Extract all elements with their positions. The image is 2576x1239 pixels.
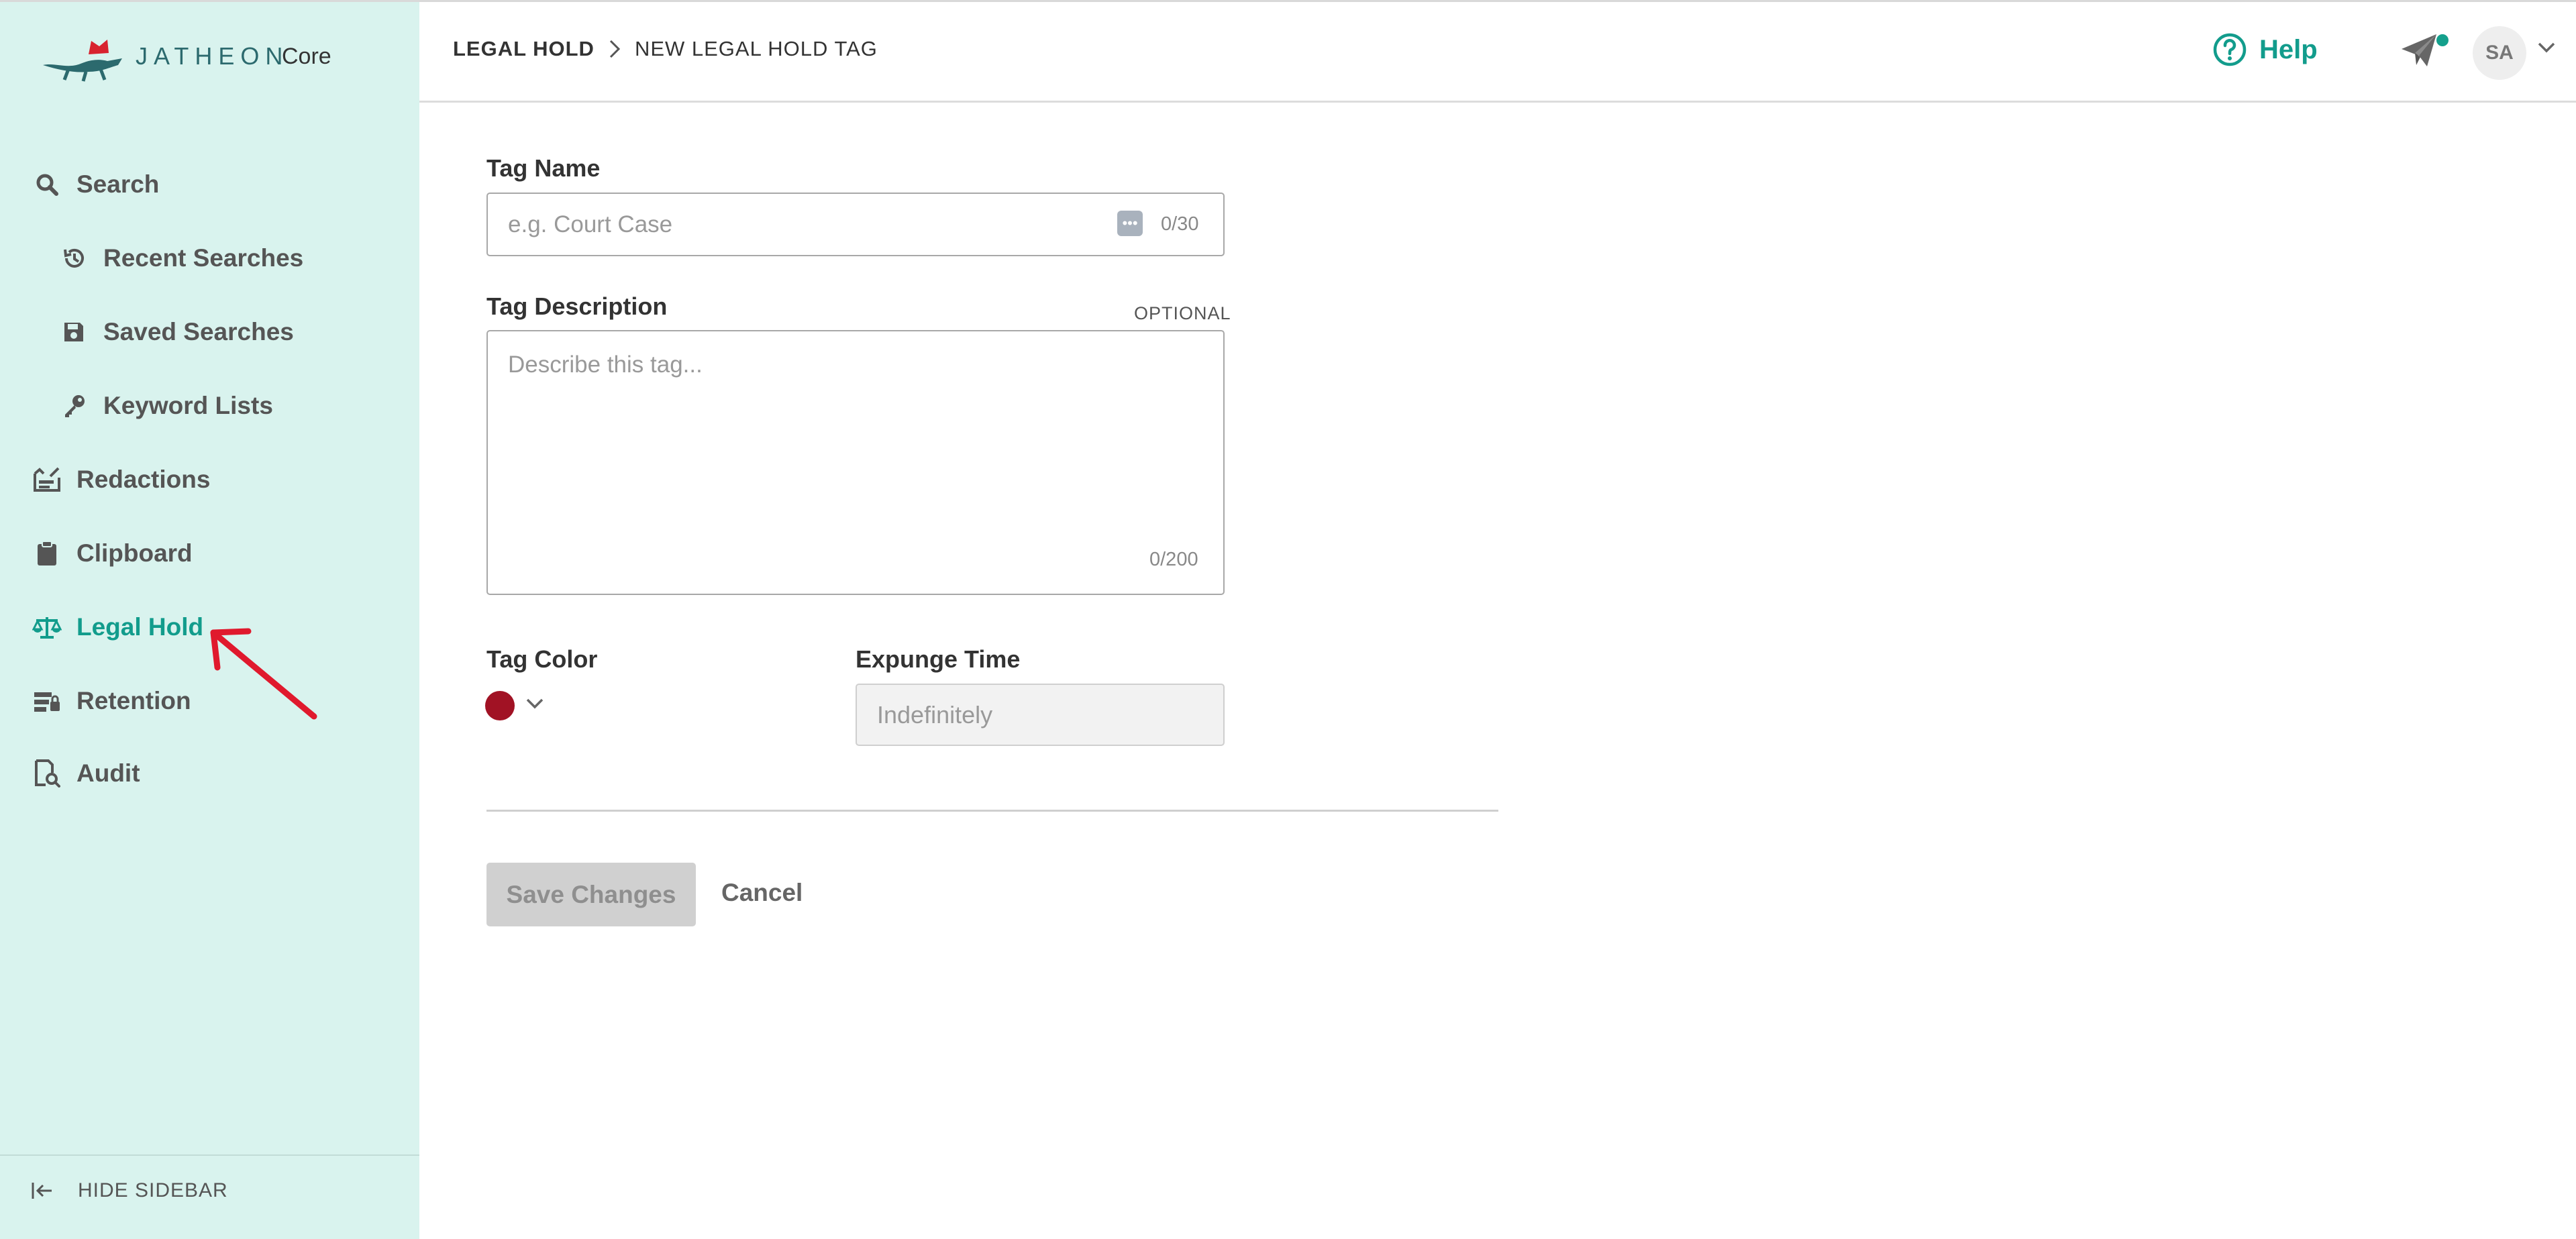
hide-sidebar-button[interactable]: HIDE SIDEBAR	[31, 1179, 228, 1202]
audit-icon	[32, 759, 62, 788]
clipboard-icon	[32, 539, 62, 568]
logo-product-text: Core	[282, 44, 331, 69]
chevron-down-icon[interactable]	[525, 696, 545, 714]
notifications-button[interactable]	[2399, 32, 2449, 72]
sidebar-item-label: Saved Searches	[103, 318, 294, 345]
redaction-icon	[32, 465, 62, 494]
retention-icon	[32, 686, 62, 716]
optional-label: OPTIONAL	[1134, 303, 1231, 323]
sidebar-item-saved-searches[interactable]: Saved Searches	[0, 305, 419, 359]
save-changes-button[interactable]: Save Changes	[486, 863, 696, 926]
sidebar-item-audit[interactable]: Audit	[0, 747, 419, 800]
cancel-button[interactable]: Cancel	[721, 879, 803, 907]
logo[interactable]: JATHEON Core	[42, 36, 344, 83]
breadcrumb: LEGAL HOLD NEW LEGAL HOLD TAG	[453, 37, 878, 61]
chevron-down-icon[interactable]	[2536, 41, 2557, 58]
expunge-time-label: Expunge Time	[856, 645, 1021, 673]
sidebar-item-label: Search	[76, 170, 160, 198]
help-button[interactable]: Help	[2212, 32, 2318, 67]
sidebar-item-recent-searches[interactable]: Recent Searches	[0, 231, 419, 285]
tag-color-label: Tag Color	[486, 645, 598, 673]
breadcrumb-current: NEW LEGAL HOLD TAG	[634, 37, 878, 60]
tag-color-swatch[interactable]	[485, 691, 515, 720]
tag-description-counter: 0/200	[1149, 549, 1198, 570]
breadcrumb-root-link[interactable]: LEGAL HOLD	[453, 37, 595, 61]
annotation-arrow-icon	[210, 628, 317, 720]
notification-dot	[2436, 34, 2449, 46]
sidebar-item-label: Retention	[76, 687, 191, 714]
tag-name-input[interactable]	[486, 193, 1225, 256]
sidebar-item-label: Redactions	[76, 466, 211, 493]
save-icon	[59, 317, 89, 347]
sidebar-item-clipboard[interactable]: Clipboard	[0, 527, 419, 580]
more-dots-icon[interactable]: •••	[1117, 211, 1143, 236]
collapse-left-icon	[32, 1183, 52, 1199]
tag-name-counter: 0/30	[1161, 213, 1199, 235]
history-icon	[59, 244, 89, 273]
tag-name-label: Tag Name	[486, 154, 601, 182]
form-divider	[486, 810, 1498, 812]
sidebar-item-label: Keyword Lists	[103, 392, 273, 419]
expunge-time-value: Indefinitely	[877, 700, 993, 729]
help-label: Help	[2259, 34, 2318, 64]
tag-description-label: Tag Description	[486, 292, 668, 320]
scale-icon	[32, 612, 62, 642]
sidebar-item-label: Recent Searches	[103, 244, 304, 272]
sidebar-item-redactions[interactable]: Redactions	[0, 453, 419, 506]
sidebar: JATHEON Core Search Recent Searches Save…	[0, 2, 419, 1239]
sidebar-item-label: Legal Hold	[76, 613, 204, 641]
hide-sidebar-label: HIDE SIDEBAR	[78, 1179, 228, 1201]
search-icon	[32, 170, 62, 199]
sidebar-item-search[interactable]: Search	[0, 158, 419, 211]
help-icon	[2213, 33, 2247, 66]
paper-plane-icon	[2402, 34, 2436, 66]
sidebar-item-label: Clipboard	[76, 539, 193, 567]
tag-description-textarea[interactable]	[486, 330, 1225, 595]
header: LEGAL HOLD NEW LEGAL HOLD TAG Help SA	[419, 2, 2576, 103]
jatheon-logo-icon	[43, 40, 122, 82]
key-icon	[59, 391, 89, 421]
avatar[interactable]: SA	[2473, 26, 2526, 80]
expunge-time-field: Indefinitely	[856, 684, 1225, 746]
chevron-right-icon	[608, 39, 621, 59]
logo-brand-text: JATHEON	[136, 42, 289, 70]
sidebar-item-keyword-lists[interactable]: Keyword Lists	[0, 379, 419, 433]
sidebar-divider	[0, 1154, 419, 1156]
sidebar-item-label: Audit	[76, 759, 140, 787]
